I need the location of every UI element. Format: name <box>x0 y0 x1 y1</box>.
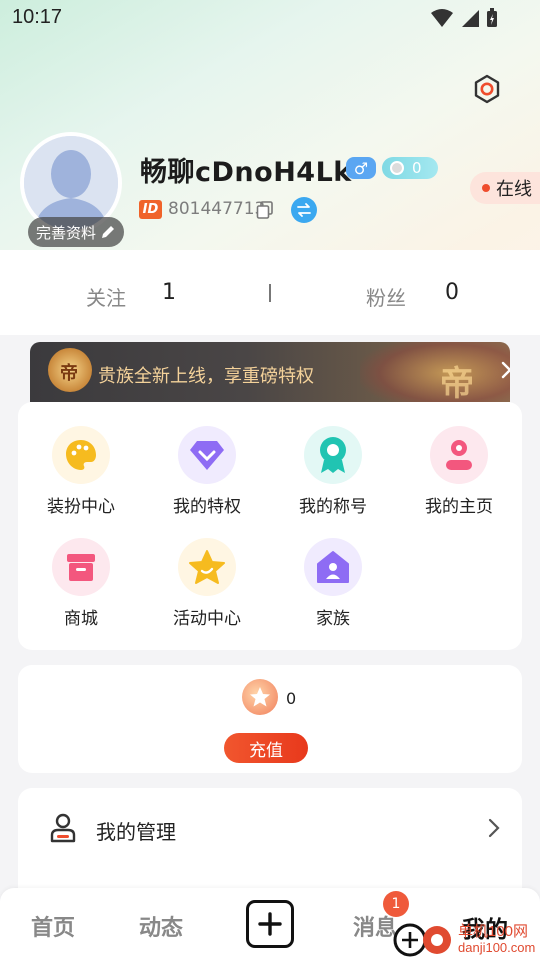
avatar-image <box>24 136 118 230</box>
switch-account-button[interactable] <box>291 197 317 223</box>
manage-label: 我的管理 <box>96 820 176 844</box>
following-label[interactable]: 关注 <box>86 282 126 311</box>
menu-item-dressup[interactable]: 装扮中心 <box>18 426 144 526</box>
badge-icon <box>304 426 362 484</box>
signal-icon <box>462 10 479 27</box>
id-tag: ID <box>139 200 162 219</box>
status-time: 10:17 <box>12 6 63 28</box>
edit-profile-label: 完善资料 <box>35 223 96 242</box>
noble-decoration <box>360 342 510 402</box>
menu-item-family[interactable]: 家族 <box>270 538 396 638</box>
stats-divider <box>269 284 271 302</box>
chevron-right-icon <box>501 361 510 379</box>
chevron-right-icon <box>488 818 500 838</box>
level-value: 0 <box>412 159 422 177</box>
menu-label: 我的特权 <box>173 497 241 517</box>
swap-icon <box>297 203 311 217</box>
online-status-label: 在线 <box>496 179 532 200</box>
tab-home[interactable]: 首页 <box>31 910 75 942</box>
level-medal-icon <box>390 161 404 175</box>
menu-label: 装扮中心 <box>47 497 115 517</box>
watermark-text: 单机100网 <box>458 923 529 940</box>
messages-badge: 1 <box>383 891 409 917</box>
plus-icon <box>258 912 282 936</box>
online-dot-icon <box>482 184 490 192</box>
menu-label: 我的主页 <box>425 497 493 517</box>
fans-label[interactable]: 粉丝 <box>366 282 406 311</box>
settings-button[interactable] <box>470 72 504 106</box>
wifi-icon <box>431 9 453 27</box>
diamond-icon <box>178 426 236 484</box>
manage-row[interactable]: 我的管理 <box>18 788 522 868</box>
menu-item-events[interactable]: 活动中心 <box>144 538 270 638</box>
username: 畅聊cDnoH4Lk <box>140 157 352 188</box>
menu-item-privileges[interactable]: 我的特权 <box>144 426 270 526</box>
battery-icon <box>487 8 497 27</box>
star-icon <box>178 538 236 596</box>
tab-feed[interactable]: 动态 <box>139 910 183 942</box>
copy-id-button[interactable] <box>256 201 274 219</box>
wallet-card: 0 充值 <box>18 665 522 773</box>
menu-label: 我的称号 <box>299 497 367 517</box>
home-icon <box>304 538 362 596</box>
create-post-button[interactable] <box>246 900 294 948</box>
menu-label: 家族 <box>316 609 350 629</box>
noble-crest-icon: 帝 <box>48 348 92 392</box>
coin-balance: 0 <box>286 689 297 708</box>
manager-icon <box>50 813 76 843</box>
menu-item-shop[interactable]: 商城 <box>18 538 144 638</box>
menu-label: 活动中心 <box>173 609 241 629</box>
noble-banner[interactable]: 帝 帝 贵族全新上线，享重磅特权 <box>30 342 510 402</box>
recharge-button[interactable]: 充值 <box>224 733 308 763</box>
menu-item-homepage[interactable]: 我的主页 <box>396 426 522 526</box>
fans-count[interactable]: 0 <box>445 280 459 305</box>
default-avatar-icon <box>24 136 118 230</box>
menu-item-titles[interactable]: 我的称号 <box>270 426 396 526</box>
status-bar: 10:17 <box>0 0 540 36</box>
noble-banner-text: 贵族全新上线，享重磅特权 <box>98 366 314 387</box>
copy-icon <box>256 201 273 219</box>
coin-icon <box>242 679 278 715</box>
shop-icon <box>52 538 110 596</box>
pencil-icon <box>102 226 114 238</box>
palette-icon <box>52 426 110 484</box>
user-icon <box>430 426 488 484</box>
online-status[interactable]: 在线 <box>470 172 540 204</box>
status-icons <box>430 8 498 28</box>
edit-profile-button[interactable]: 完善资料 <box>28 217 124 247</box>
feature-menu: 装扮中心 我的特权 我的称号 我的主页 商城 活动中心 家族 <box>18 402 522 650</box>
gender-badge: ♂ <box>346 157 376 179</box>
watermark-url: danji100.com <box>458 940 536 955</box>
noble-crest-char: 帝 <box>60 363 78 384</box>
menu-label: 商城 <box>64 609 98 629</box>
following-count[interactable]: 1 <box>162 280 176 305</box>
level-badge[interactable]: 0 <box>382 157 438 179</box>
noble-emblem-char: 帝 <box>440 364 474 402</box>
user-id: 801447713 <box>168 199 266 219</box>
settings-icon <box>474 74 500 104</box>
